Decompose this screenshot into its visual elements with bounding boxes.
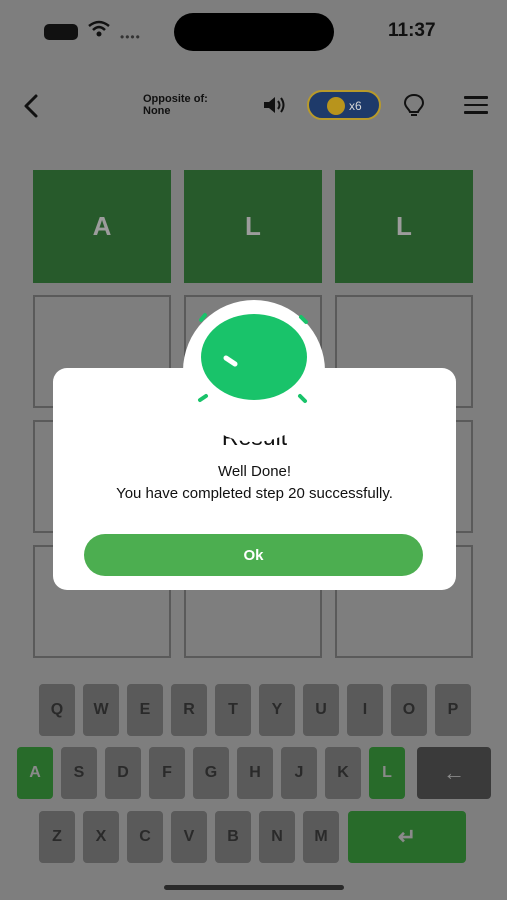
key-v[interactable]: V (171, 811, 207, 863)
coin-counter[interactable]: x6 (307, 90, 381, 120)
key-p[interactable]: P (435, 684, 471, 736)
coin-count: x6 (349, 99, 362, 113)
key-d[interactable]: D (105, 747, 141, 799)
opposite-title: Opposite of: (143, 93, 208, 105)
key-w[interactable]: W (83, 684, 119, 736)
backspace-key[interactable]: ← (417, 747, 491, 799)
chevron-left-icon[interactable] (18, 90, 46, 122)
key-m[interactable]: M (303, 811, 339, 863)
key-a[interactable]: A (17, 747, 53, 799)
wifi-icon (88, 20, 110, 37)
key-x[interactable]: X (83, 811, 119, 863)
dialog-message-line-1: Well Done! (217, 463, 292, 480)
dynamic-island (174, 13, 334, 51)
key-q[interactable]: Q (39, 684, 75, 736)
opposite-label: Opposite of: None (143, 93, 208, 117)
key-h[interactable]: H (237, 747, 273, 799)
ok-button[interactable]: Ok (84, 534, 423, 576)
sparkle-icon (198, 313, 308, 403)
keyboard-row-2: A S D F G H J K L ← (17, 747, 491, 799)
grid-row: A L L (33, 170, 475, 283)
key-k[interactable]: K (325, 747, 361, 799)
dialog-message-line-2: You have completed step 20 successfully. (116, 485, 393, 502)
key-t[interactable]: T (215, 684, 251, 736)
speaker-icon[interactable] (262, 94, 286, 116)
key-e[interactable]: E (127, 684, 163, 736)
status-time: 11:37 (388, 20, 436, 41)
dialog-message: Well Done! You have completed step 20 su… (53, 461, 456, 505)
success-icon (183, 300, 325, 442)
grid-cell: A (33, 170, 171, 283)
lightbulb-icon[interactable] (402, 92, 426, 120)
status-bar: •••• 11:37 (0, 0, 507, 64)
key-g[interactable]: G (193, 747, 229, 799)
key-y[interactable]: Y (259, 684, 295, 736)
key-s[interactable]: S (61, 747, 97, 799)
key-l[interactable]: L (369, 747, 405, 799)
key-f[interactable]: F (149, 747, 185, 799)
key-n[interactable]: N (259, 811, 295, 863)
coin-icon (327, 97, 345, 115)
grid-cell: L (335, 170, 473, 283)
header: Opposite of: None x6 (0, 76, 507, 136)
key-u[interactable]: U (303, 684, 339, 736)
key-z[interactable]: Z (39, 811, 75, 863)
key-o[interactable]: O (391, 684, 427, 736)
keyboard-row-1: Q W E R T Y U I O P (39, 684, 471, 736)
battery-icon (44, 24, 78, 40)
hamburger-icon[interactable] (464, 96, 488, 114)
signal-dots-icon: •••• (120, 30, 141, 44)
keyboard-row-3: Z X C V B N M ↵ (39, 811, 466, 863)
key-i[interactable]: I (347, 684, 383, 736)
key-b[interactable]: B (215, 811, 251, 863)
key-r[interactable]: R (171, 684, 207, 736)
opposite-value: None (143, 105, 171, 117)
key-c[interactable]: C (127, 811, 163, 863)
enter-key[interactable]: ↵ (348, 811, 466, 863)
key-j[interactable]: J (281, 747, 317, 799)
home-indicator (164, 885, 344, 890)
grid-cell: L (184, 170, 322, 283)
